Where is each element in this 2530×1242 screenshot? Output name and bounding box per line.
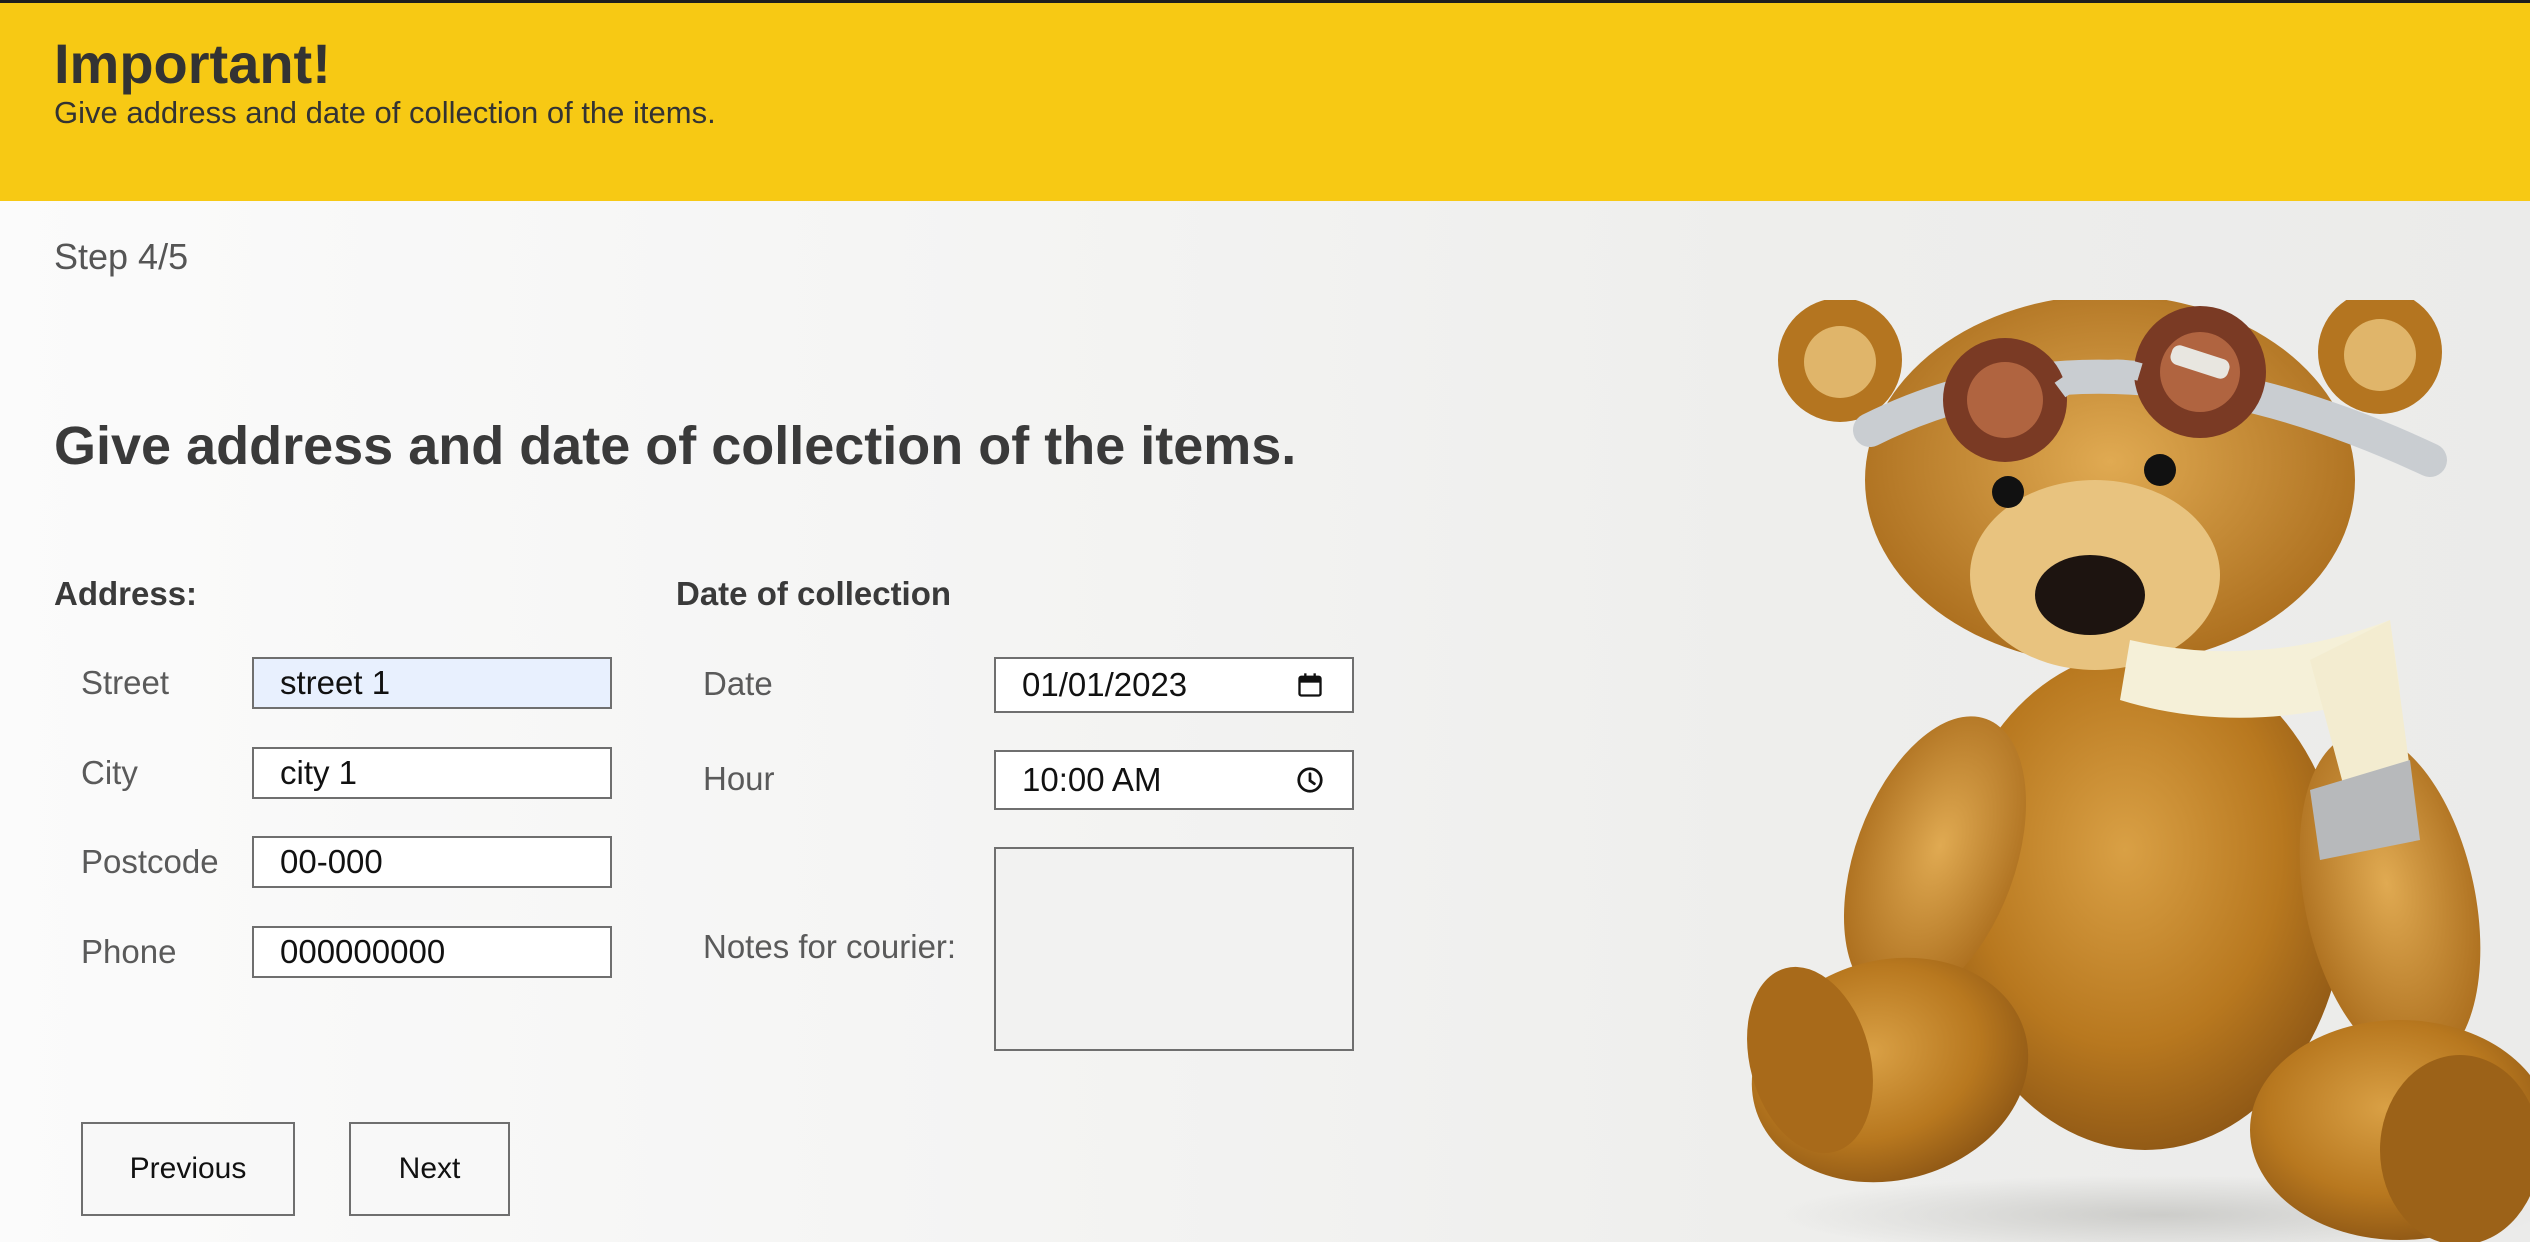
- step-indicator: Step 4/5: [54, 236, 189, 277]
- postcode-value: 00-000: [280, 843, 383, 880]
- important-banner: Important! Give address and date of coll…: [0, 3, 2530, 201]
- phone-input[interactable]: 000000000: [252, 926, 612, 978]
- date-input[interactable]: 01/01/2023: [994, 657, 1354, 713]
- calendar-icon[interactable]: [1294, 669, 1326, 701]
- date-value: 01/01/2023: [1022, 666, 1188, 703]
- collection-section-title: Date of collection: [676, 575, 952, 612]
- city-value: city 1: [280, 754, 358, 791]
- hour-label: Hour: [703, 760, 775, 797]
- phone-label: Phone: [81, 933, 177, 970]
- postcode-input[interactable]: 00-000: [252, 836, 612, 888]
- hour-value: 10:00 AM: [1022, 761, 1162, 798]
- phone-value: 000000000: [280, 933, 446, 970]
- street-value: street 1: [280, 664, 391, 701]
- banner-title: Important!: [54, 32, 331, 95]
- postcode-label: Postcode: [81, 843, 219, 880]
- next-button[interactable]: Next: [349, 1122, 510, 1216]
- city-label: City: [81, 754, 138, 791]
- address-section-title: Address:: [54, 575, 198, 612]
- street-label: Street: [81, 664, 170, 701]
- previous-button[interactable]: Previous: [81, 1122, 295, 1216]
- street-input[interactable]: street 1: [252, 657, 612, 709]
- hour-input[interactable]: 10:00 AM: [994, 750, 1354, 810]
- date-label: Date: [703, 665, 773, 702]
- city-input[interactable]: city 1: [252, 747, 612, 799]
- notes-label: Notes for courier:: [703, 928, 957, 965]
- page-heading: Give address and date of collection of t…: [54, 416, 1297, 476]
- notes-textarea[interactable]: [994, 847, 1354, 1051]
- clock-icon[interactable]: [1294, 764, 1326, 796]
- teddy-bear-image: [1747, 300, 2530, 1242]
- banner-subtitle: Give address and date of collection of t…: [54, 95, 716, 130]
